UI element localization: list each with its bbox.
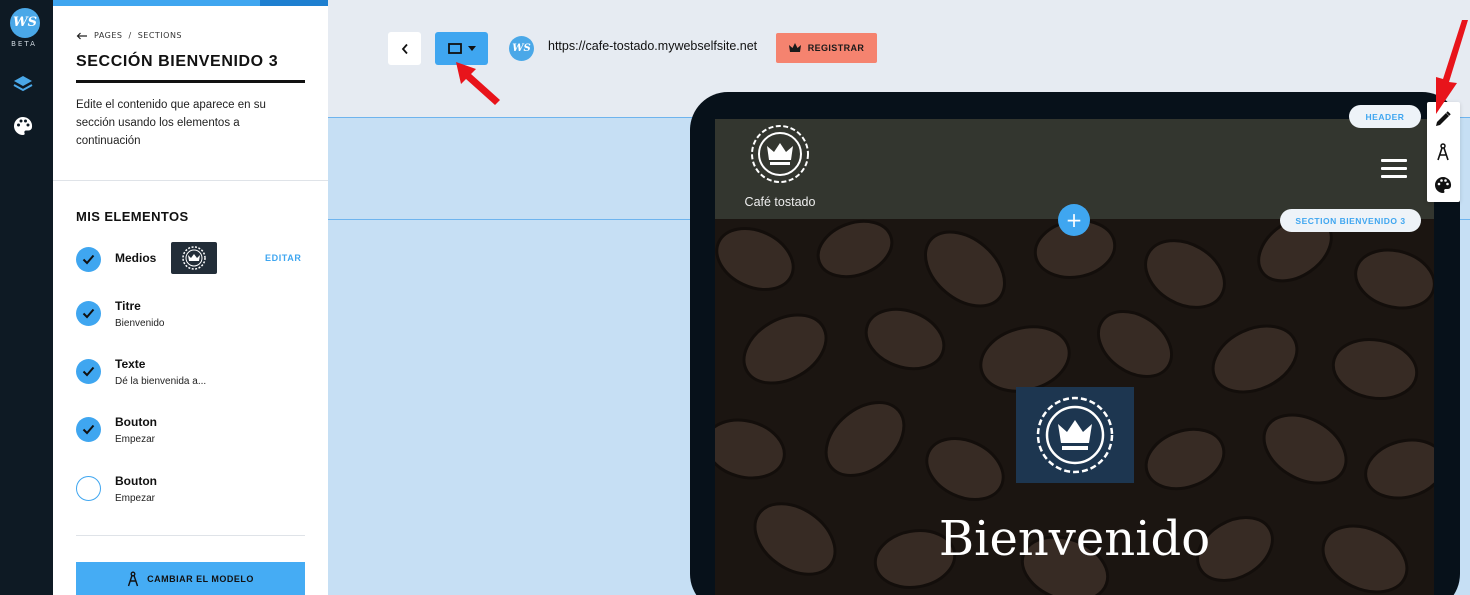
element-checkbox[interactable] [76, 476, 101, 501]
editor-canvas: WS https://cafe-tostado.mywebselfsite.ne… [328, 0, 1470, 595]
palette-icon[interactable] [12, 115, 34, 137]
checkmark-icon [82, 254, 95, 265]
app-rail: WS BETA [0, 0, 53, 595]
chevron-down-icon [467, 46, 476, 51]
element-checkbox[interactable] [76, 359, 101, 384]
hero-section[interactable]: Bienvenido [715, 219, 1434, 595]
site-url[interactable]: https://cafe-tostado.mywebselfsite.net [548, 39, 757, 53]
brand-name: Café tostado [744, 195, 816, 209]
element-checkbox[interactable] [76, 417, 101, 442]
hero-title[interactable]: Bienvenido [715, 511, 1434, 567]
elements-heading: MIS ELEMENTOS [76, 209, 189, 224]
element-checkbox[interactable] [76, 247, 101, 272]
element-name: Bouton [115, 474, 157, 488]
element-row-bouton[interactable]: Bouton Empezar [76, 415, 316, 455]
checkmark-icon [82, 366, 95, 377]
header-tag[interactable]: HEADER [1349, 105, 1421, 128]
change-model-label: CAMBIAR EL MODELO [147, 573, 254, 584]
element-row-texte[interactable]: Texte Dé la bienvenida a... [76, 357, 316, 397]
divider [76, 535, 305, 536]
element-value: Dé la bienvenida a... [115, 376, 207, 387]
element-value: Bienvenido [115, 318, 165, 329]
breadcrumb: PAGES / SECTIONS [76, 31, 182, 40]
add-section-button[interactable]: + [1058, 204, 1090, 236]
register-button[interactable]: REGISTRAR [776, 33, 877, 63]
beta-label: BETA [11, 40, 37, 48]
edit-link[interactable]: EDITAR [265, 253, 301, 263]
element-name: Titre [115, 299, 141, 313]
hamburger-menu-icon[interactable] [1381, 159, 1407, 179]
checkmark-icon [82, 308, 95, 319]
element-value: Empezar [115, 493, 156, 504]
checkmark-icon [82, 424, 95, 435]
desktop-icon [447, 43, 462, 54]
register-label: REGISTRAR [807, 43, 865, 53]
section-tag[interactable]: SECTION BIENVENIDO 3 [1280, 209, 1421, 232]
back-button[interactable] [388, 32, 421, 65]
palette-icon[interactable] [1433, 175, 1453, 195]
crown-badge-icon [1036, 396, 1114, 474]
panel-description: Edite el contenido que aparece en su sec… [76, 99, 266, 147]
cafe-logo-icon[interactable] [749, 123, 811, 185]
section-tools [1427, 102, 1460, 202]
title-underline [76, 80, 305, 83]
element-name: Medios [115, 251, 157, 265]
site-icon: WS [509, 36, 534, 61]
element-row-bouton-2[interactable]: Bouton Empezar [76, 474, 316, 514]
compass-icon[interactable] [1433, 142, 1453, 162]
breadcrumb-pages[interactable]: PAGES [94, 31, 122, 40]
annotation-arrow [1436, 20, 1468, 114]
crown-icon [788, 43, 801, 52]
layers-icon[interactable] [12, 73, 34, 95]
media-thumbnail[interactable] [171, 242, 217, 274]
breadcrumb-sections[interactable]: SECTIONS [138, 31, 182, 40]
change-model-button[interactable]: CAMBIAR EL MODELO [76, 562, 305, 595]
page-title: SECCIÓN BIENVENIDO 3 [76, 53, 279, 70]
annotation-arrow [456, 62, 500, 105]
section-panel: PAGES / SECTIONS SECCIÓN BIENVENIDO 3 Ed… [53, 0, 328, 595]
app-logo[interactable]: WS [10, 8, 40, 38]
element-row-medios[interactable]: Medios EDITAR [76, 242, 316, 285]
element-row-titre[interactable]: Titre Bienvenido [76, 299, 316, 339]
element-name: Texte [115, 357, 146, 371]
compass-icon [127, 571, 139, 586]
arrow-left-icon[interactable] [76, 32, 88, 40]
crown-badge-icon [182, 246, 206, 270]
element-checkbox[interactable] [76, 301, 101, 326]
panel-progress-bar [53, 0, 328, 6]
element-value: Empezar [115, 434, 156, 445]
hero-logo[interactable] [1016, 387, 1134, 483]
site-preview: Café tostado Bienvenido [715, 119, 1434, 595]
breadcrumb-separator: / [128, 31, 132, 40]
divider [53, 180, 328, 181]
chevron-left-icon [401, 43, 408, 54]
element-name: Bouton [115, 415, 157, 429]
